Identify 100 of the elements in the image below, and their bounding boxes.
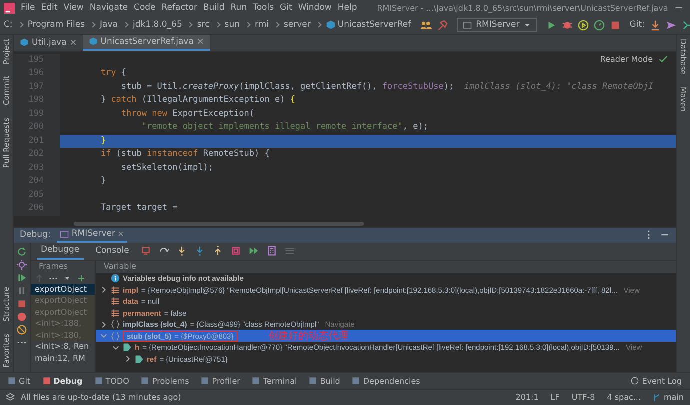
menu-item[interactable]: View [64,3,84,14]
mute-icon[interactable] [17,324,27,335]
tool-window-button[interactable]: Problems [141,376,190,386]
breadcrumb-item[interactable]: Program Files [28,20,86,30]
breadcrumb-item[interactable]: jdk1.8.0_65 [133,20,182,30]
square-icon [352,377,360,386]
menu-item[interactable]: Navigate [90,3,128,14]
chevron-icon[interactable] [112,344,120,352]
breadcrumb-item[interactable]: src [197,20,210,30]
debugger-tab[interactable]: Console [92,244,134,259]
window-icon [60,230,69,239]
stop-icon[interactable] [17,298,27,309]
hammer-icon[interactable] [437,20,448,31]
menu-item[interactable]: Code [134,3,156,14]
send-icon[interactable] [666,20,677,31]
app-logo-icon [4,2,15,14]
code-text: Target target = [100,202,179,216]
tool-window-button[interactable]: Dependencies [352,376,420,386]
braces-icon [111,320,120,329]
field-icon [111,286,120,294]
pause-icon[interactable] [17,286,27,296]
menu-item[interactable]: Build [203,3,225,14]
event-log-button[interactable]: Event Log [631,376,682,386]
breadcrumb-item[interactable]: rmi [255,20,269,30]
rerun-icon[interactable] [17,246,27,257]
resume-icon[interactable] [17,272,27,283]
editor-tab[interactable]: UnicastServerRef.java [82,34,210,51]
square-icon [141,377,150,386]
run-config-dropdown[interactable]: RMIServer [457,18,537,32]
step-into-icon[interactable] [177,246,188,256]
breadcrumb-item[interactable]: Java [100,20,118,30]
stop-icon[interactable] [610,20,621,31]
chevron-icon[interactable] [100,320,108,328]
breadcrumb-item[interactable]: UnicastServerRef [338,20,412,30]
people-icon[interactable] [421,20,432,31]
plus-icon[interactable] [77,274,86,283]
menu-item[interactable]: Tools [253,3,274,14]
arrow-down-icon[interactable] [650,20,661,31]
square-icon [94,377,103,386]
bug-icon[interactable] [562,20,573,31]
annotation-text: 创建好的动态代理 [268,330,349,343]
breadcrumb-item[interactable]: C: [4,20,13,30]
menu-item[interactable]: Git [280,3,292,14]
close-icon[interactable] [196,38,204,46]
code-text: } [60,134,676,148]
merge-icon[interactable] [682,20,690,31]
session-tab[interactable]: RMIServer [56,228,128,243]
caret-icon [524,22,531,29]
square-icon [42,377,51,386]
menu-item[interactable]: Window [298,3,332,14]
menu-item[interactable]: Run [230,3,248,14]
circle-play-icon[interactable] [578,20,589,31]
force-step-into-icon[interactable] [195,246,206,256]
chevron-icon[interactable] [100,286,108,294]
fast-forward-icon[interactable] [249,246,260,256]
breadcrumb-item[interactable]: server [284,20,311,30]
menu-item[interactable]: File [21,3,36,14]
breakpoint-icon[interactable] [17,312,27,322]
class-icon [20,38,29,48]
tool-window-button[interactable]: Debug [42,376,83,386]
menu-item[interactable]: Refactor [162,3,198,14]
column-header: Variable [96,260,676,273]
caret-position[interactable]: 201:1 [516,393,539,402]
line-separator[interactable]: LF [550,393,560,402]
tool-window-button[interactable]: TODO [94,376,130,386]
tool-window-button[interactable]: Git [8,376,31,386]
close-icon[interactable] [118,231,124,238]
menu-item[interactable]: Edit [41,3,58,14]
close-icon[interactable] [70,39,77,46]
tool-window-button[interactable]: Terminal [252,376,298,386]
field-icon [111,297,120,306]
indent-setting[interactable]: 4 spac... [607,393,641,402]
frame-item[interactable]: exportObject [31,284,95,296]
branch-icon [653,394,661,402]
square-icon [201,377,210,386]
gauge-icon[interactable] [594,20,605,31]
tool-window-button[interactable]: Build [309,376,340,386]
column-header: Frames [38,260,70,273]
tool-window-button[interactable]: Profiler [201,376,240,386]
code-text: if (stub instanceof RemoteStub) { [100,148,271,162]
git-branch[interactable]: main [653,393,684,402]
frame-icon[interactable] [231,246,242,256]
step-out-icon[interactable] [213,246,224,256]
panel-title: Debug: [20,230,51,240]
layout-icon[interactable] [141,246,152,256]
reader-mode-button[interactable]: Reader Mode [600,54,668,64]
debugger-tab[interactable]: Debugge [37,242,84,260]
code-text: "remote object implements illegal remote interface", e); [140,121,430,134]
info-icon [111,274,120,283]
calculator-icon[interactable] [267,246,278,256]
scrollbar-thumb[interactable] [74,222,364,226]
settings-icon[interactable] [17,260,27,270]
chevron-icon[interactable] [124,355,132,363]
breadcrumb-item[interactable]: sun [224,20,240,30]
menu-item[interactable]: Help [338,3,358,14]
circle-icon [631,377,640,386]
editor-tab[interactable]: Util.java [14,34,83,51]
file-encoding[interactable]: UTF-8 [572,393,596,402]
square-icon [309,377,318,386]
code-text: stub = Util.createProxy(implClass, getClientRef(), forceStubUse); implClass (slot_4): "class RemoteObjI [120,80,655,94]
